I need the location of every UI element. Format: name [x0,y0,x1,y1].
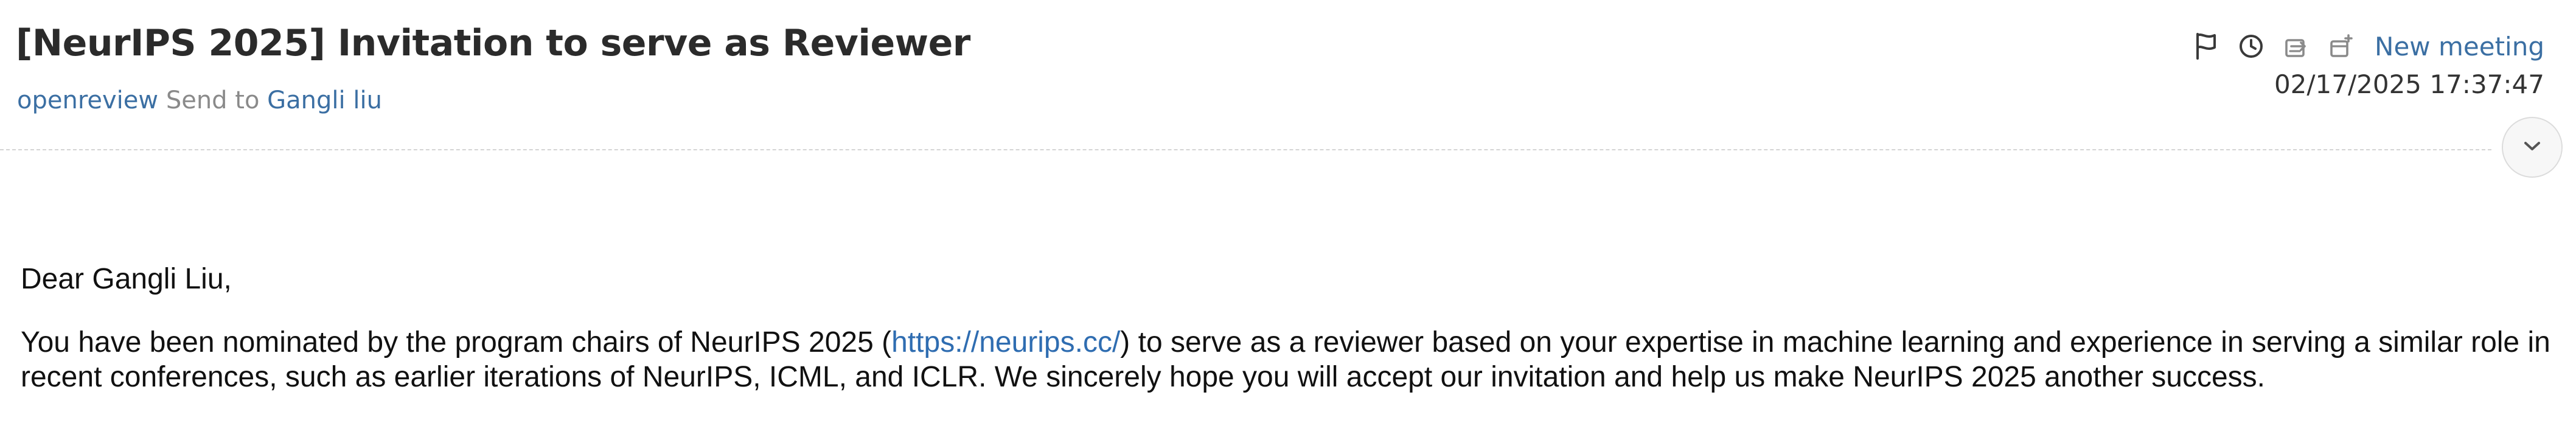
body-paragraph: You have been nominated by the program c… [21,325,2558,394]
email-subject: [NeurIPS 2025] Invitation to serve as Re… [16,22,970,65]
paragraph-text-start: You have been nominated by the program c… [21,326,892,358]
sender-line: openreview Send to Gangli liu [17,86,382,114]
email-body: Dear Gangli Liu, You have been nominated… [21,262,2558,423]
greeting: Dear Gangli Liu, [21,263,232,295]
email-toolbar: New meeting [2184,27,2544,66]
clock-icon[interactable] [2229,27,2274,66]
sender-name[interactable]: openreview [17,86,158,114]
email-timestamp: 02/17/2025 17:37:47 [2274,69,2544,99]
recipient-name[interactable]: Gangli liu [267,86,382,114]
neurips-link[interactable]: https://neurips.cc/ [891,326,1120,358]
send-to-label: Send to [165,86,260,114]
chevron-down-icon [2522,139,2543,156]
expand-header-button[interactable] [2502,117,2563,178]
meeting-icon[interactable] [2319,27,2364,66]
forward-icon[interactable] [2274,27,2319,66]
header-divider [0,149,2491,150]
flag-icon[interactable] [2184,27,2229,66]
new-meeting-button[interactable]: New meeting [2375,32,2544,61]
